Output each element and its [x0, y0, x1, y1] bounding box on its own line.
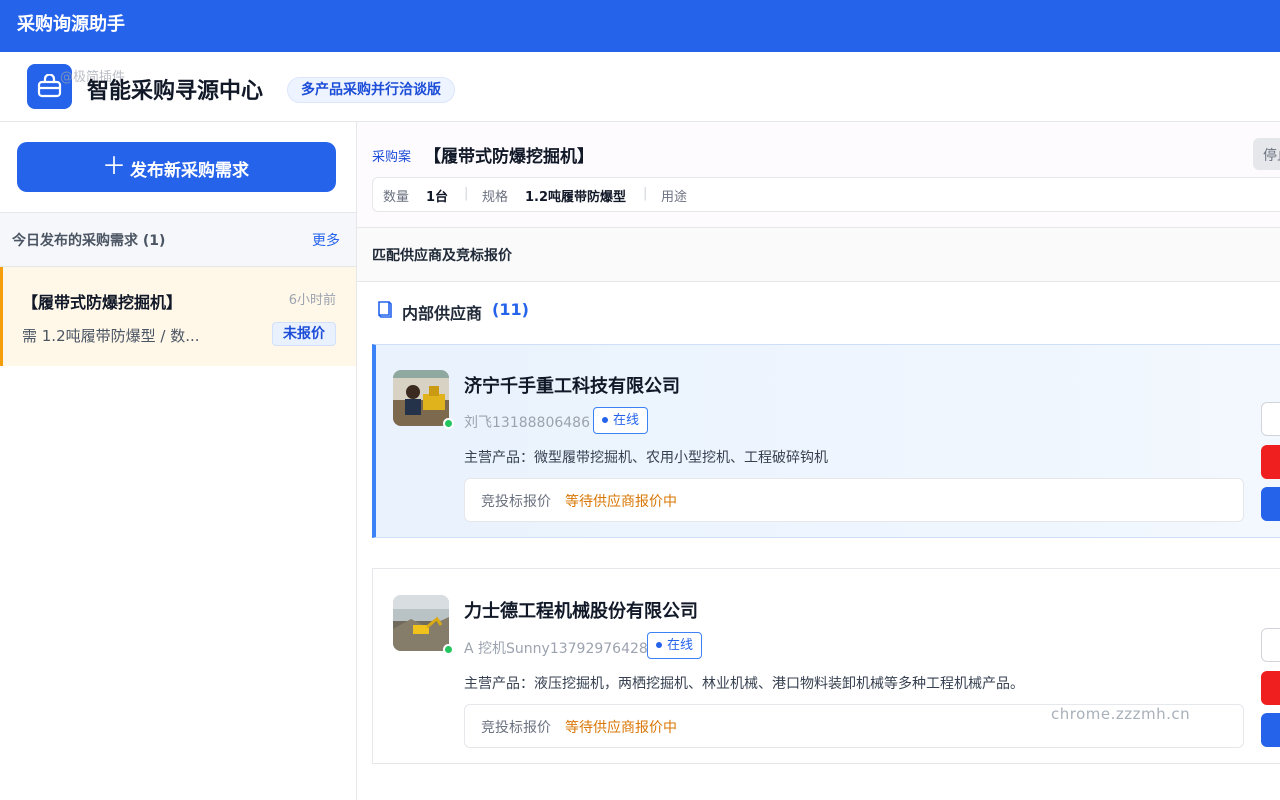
qty-value: 1台 — [426, 190, 449, 205]
online-badge: 在线 — [593, 407, 649, 434]
more-link[interactable]: 更多 — [312, 230, 340, 250]
request-desc: 需 1.2吨履带防爆型 / 数... — [22, 327, 200, 345]
match-title: 匹配供应商及竞标报价 — [372, 248, 512, 264]
main-panel: 采购案 【履带式防爆挖掘机】 停止 数量 1台 | 规格 1.2吨履带防爆型 |… — [357, 122, 1280, 800]
sidebar: ＋ 发布新采购需求 今日发布的采购需求 (1) 更多 【履带式防爆挖掘机】 6小… — [0, 122, 357, 800]
reject-button[interactable] — [1261, 445, 1280, 479]
stop-button[interactable]: 停止 — [1253, 138, 1280, 170]
bid-status: 等待供应商报价中 — [565, 720, 677, 736]
case-header: 采购案 【履带式防爆挖掘机】 停止 数量 1台 | 规格 1.2吨履带防爆型 |… — [357, 122, 1280, 228]
app-title: 采购询源助手 — [17, 14, 125, 35]
bid-label: 竞投标报价 — [481, 720, 551, 736]
edition-badge: 多产品采购并行洽谈版 — [287, 77, 455, 103]
case-title: 【履带式防爆挖掘机】 — [424, 147, 594, 167]
building-icon — [377, 300, 393, 322]
spec-key: 规格 — [482, 190, 509, 205]
online-indicator — [443, 644, 454, 655]
contact-button[interactable] — [1261, 713, 1280, 747]
today-requests-title: 今日发布的采购需求 (1) — [12, 233, 166, 249]
divider: | — [464, 186, 469, 201]
supplier-group-count: (11) — [492, 300, 529, 319]
online-indicator — [443, 418, 454, 429]
divider: | — [643, 186, 648, 201]
new-request-label: 发布新采购需求 — [130, 161, 249, 181]
request-list-item[interactable]: 【履带式防爆挖掘机】 6小时前 需 1.2吨履带防爆型 / 数... 未报价 — [0, 267, 356, 366]
match-section-header: 匹配供应商及竞标报价 — [357, 228, 1280, 282]
request-time: 6小时前 — [288, 293, 336, 308]
detail-button[interactable] — [1261, 402, 1280, 436]
spec-row: 数量 1台 | 规格 1.2吨履带防爆型 | 用途 — [372, 177, 1280, 212]
page-title: 智能采购寻源中心 — [87, 79, 264, 104]
reject-button[interactable] — [1261, 671, 1280, 705]
supplier-products: 主营产品：液压挖掘机，两栖挖掘机、林业机械、港口物料装卸机械等多种工程机械产品。 — [464, 676, 1024, 692]
bid-box: 竞投标报价 等待供应商报价中 — [464, 478, 1244, 522]
supplier-contact: 刘飞13188806486 — [464, 415, 590, 431]
supplier-name: 济宁千手重工科技有限公司 — [464, 376, 680, 397]
status-badge: 未报价 — [272, 322, 336, 346]
case-label: 采购案 — [372, 150, 412, 165]
status-dot-icon — [602, 416, 608, 423]
status-dot-icon — [656, 641, 662, 648]
watermark-footer: chrome.zzzmh.cn — [1051, 705, 1191, 723]
supplier-products: 主营产品：微型履带挖掘机、农用小型挖机、工程破碎钩机 — [464, 450, 828, 466]
supplier-name: 力士德工程机械股份有限公司 — [464, 601, 698, 622]
online-label: 在线 — [613, 413, 640, 428]
bid-label: 竞投标报价 — [481, 494, 551, 510]
app-topbar: 采购询源助手 — [0, 0, 1280, 52]
supplier-contact: A 挖机Sunny13792976428 — [464, 641, 648, 657]
supplier-card[interactable]: 济宁千手重工科技有限公司 刘飞13188806486 在线 主营产品：微型履带挖… — [372, 344, 1280, 538]
supplier-avatar — [393, 370, 449, 426]
spec-value: 1.2吨履带防爆型 — [525, 190, 627, 205]
supplier-group-title: 内部供应商 — [402, 304, 483, 323]
today-requests-header: 今日发布的采购需求 (1) 更多 — [0, 212, 356, 267]
online-badge: 在线 — [647, 632, 703, 659]
qty-key: 数量 — [383, 190, 410, 205]
online-label: 在线 — [667, 638, 694, 653]
supplier-avatar — [393, 595, 449, 651]
use-key: 用途 — [661, 190, 688, 205]
new-request-button[interactable]: ＋ 发布新采购需求 — [17, 142, 336, 192]
bid-status: 等待供应商报价中 — [565, 494, 677, 510]
supplier-card[interactable]: 力士德工程机械股份有限公司 A 挖机Sunny13792976428 在线 主营… — [372, 568, 1280, 764]
request-title: 【履带式防爆挖掘机】 — [22, 293, 183, 312]
page-header: @极简插件 智能采购寻源中心 多产品采购并行洽谈版 — [0, 52, 1280, 122]
detail-button[interactable] — [1261, 628, 1280, 662]
contact-button[interactable] — [1261, 487, 1280, 521]
plus-icon: ＋ — [102, 152, 126, 180]
